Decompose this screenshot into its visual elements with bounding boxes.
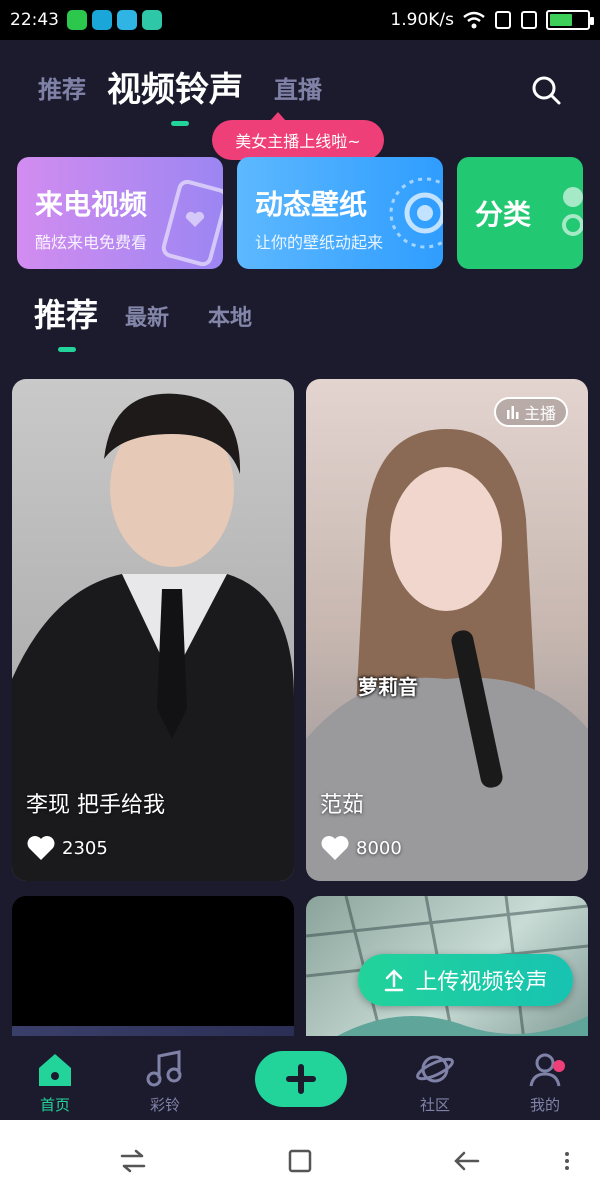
live-bars-icon: [506, 406, 519, 419]
tab-video-ringtone[interactable]: 视频铃声: [107, 62, 243, 111]
video-card[interactable]: [12, 896, 294, 1056]
bottom-navigation: 首页 彩铃 社区 我的: [0, 1036, 600, 1120]
heart-icon: [321, 836, 349, 860]
signal-icon: [495, 11, 511, 29]
wallpaper-circle-icon: [389, 177, 443, 249]
nav-profile[interactable]: 我的: [505, 1050, 585, 1115]
heart-icon: [27, 836, 55, 860]
nav-label: 我的: [529, 1096, 560, 1114]
category-title: 分类: [475, 198, 532, 231]
video-title: 范茹: [320, 793, 365, 818]
home-icon: [39, 1054, 71, 1086]
app-notification-icon: [142, 10, 162, 30]
category-live-wallpaper[interactable]: 动态壁纸 让你的壁纸动起来: [237, 157, 443, 269]
top-tab-bar: 推荐 视频铃声 直播: [0, 40, 600, 130]
network-speed: 1.90K/s: [390, 10, 454, 30]
nav-ringback[interactable]: 彩铃: [125, 1050, 205, 1115]
upload-button-label: 上传视频铃声: [415, 970, 548, 995]
status-bar: 22:43 1.90K/s: [0, 0, 600, 40]
nav-home[interactable]: 首页: [15, 1050, 95, 1115]
tab-recommend[interactable]: 推荐: [38, 70, 86, 105]
like-count[interactable]: 2305: [26, 835, 108, 861]
phone-heart-icon: [161, 179, 223, 267]
wifi-icon: [463, 11, 485, 29]
search-icon[interactable]: [530, 74, 562, 106]
nav-community[interactable]: 社区: [395, 1050, 475, 1115]
app-notification-icon: [92, 10, 112, 30]
subtab-local[interactable]: 本地: [208, 300, 252, 332]
battery-icon: [546, 10, 594, 30]
music-note-icon: [146, 1050, 182, 1087]
notification-dot: [553, 1060, 565, 1072]
status-time: 22:43: [10, 10, 59, 30]
upload-icon: [385, 969, 404, 992]
live-notification-bubble[interactable]: 美女主播上线啦~: [212, 112, 384, 160]
like-count-text: 2305: [62, 837, 108, 859]
back-icon[interactable]: [452, 1146, 482, 1176]
switch-icon[interactable]: [118, 1146, 148, 1176]
subtab-latest[interactable]: 最新: [125, 300, 169, 332]
live-badge: 主播: [493, 397, 568, 427]
menu-icon[interactable]: [552, 1146, 582, 1176]
category-grid-icon: [562, 187, 583, 236]
like-count[interactable]: 8000: [320, 835, 402, 861]
like-count-text: 8000: [356, 837, 402, 859]
upload-video-ringtone-button[interactable]: 上传视频铃声: [358, 954, 573, 1006]
home-square-icon[interactable]: [285, 1146, 315, 1176]
nav-label: 首页: [39, 1096, 70, 1114]
video-card[interactable]: 主播 萝莉音 范茹 8000: [306, 379, 588, 881]
nav-label: 社区: [419, 1096, 450, 1114]
video-title: 李现 把手给我: [26, 793, 165, 818]
signal-icon: [521, 11, 537, 29]
tab-live[interactable]: 直播: [274, 70, 322, 105]
system-navigation-bar: [0, 1120, 600, 1200]
create-button[interactable]: [255, 1051, 347, 1107]
app-notification-icon: [117, 10, 137, 30]
video-overlay-text: 萝莉音: [358, 675, 418, 699]
app-notification-icon: [67, 10, 87, 30]
active-subtab-indicator: [58, 347, 76, 352]
planet-icon: [416, 1055, 454, 1083]
live-badge-label: 主播: [523, 404, 556, 423]
video-card[interactable]: 李现 把手给我 2305: [12, 379, 294, 881]
nav-label: 彩铃: [149, 1096, 180, 1114]
category-caller-video[interactable]: 来电视频 酷炫来电免费看: [17, 157, 223, 269]
plus-icon: [286, 1064, 316, 1094]
active-tab-indicator: [171, 121, 189, 126]
category-classify[interactable]: 分类: [457, 157, 583, 269]
subtab-recommend[interactable]: 推荐: [34, 290, 98, 336]
